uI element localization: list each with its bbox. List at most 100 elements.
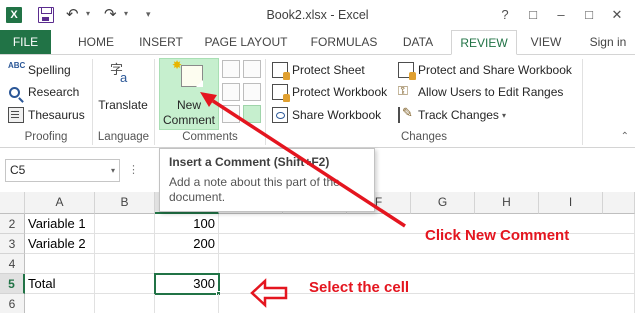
protect-sheet-label: Protect Sheet	[292, 63, 365, 77]
new-comment-label-line2: Comment	[162, 113, 215, 127]
tab-home[interactable]: HOME	[66, 30, 126, 55]
next-comment-icon[interactable]	[222, 105, 240, 123]
maximize-button[interactable]: □	[575, 4, 603, 26]
translate-icon: 字a	[110, 62, 128, 85]
cell-c6[interactable]	[155, 294, 219, 313]
protect-sheet-button[interactable]: Protect Sheet	[272, 60, 365, 80]
column-header[interactable]: G	[411, 192, 475, 214]
track-changes-icon	[398, 105, 414, 123]
cell-a5[interactable]: Total	[25, 274, 95, 294]
column-header-partial[interactable]	[603, 192, 635, 214]
cells-d5-i5[interactable]	[220, 274, 635, 294]
annotation-select-cell: Select the cell	[309, 279, 410, 296]
cell-c2[interactable]: 100	[155, 214, 219, 234]
chevron-down-icon[interactable]: ▾	[111, 160, 115, 181]
track-changes-label: Track Changes	[418, 108, 499, 122]
new-comment-label-line1: New	[176, 98, 201, 112]
delete-comment-icon[interactable]	[222, 60, 240, 78]
allow-users-label: Allow Users to Edit Ranges	[418, 85, 564, 99]
tab-view[interactable]: VIEW	[524, 30, 568, 55]
tab-page-layout[interactable]: PAGE LAYOUT	[200, 30, 292, 55]
language-group-label: Language	[97, 131, 150, 143]
annotation-click-new-comment: Click New Comment	[425, 227, 570, 244]
share-workbook-icon	[272, 107, 288, 123]
track-changes-button[interactable]: Track Changes ▾	[398, 105, 506, 125]
protect-sheet-icon	[272, 62, 290, 80]
sign-in-link[interactable]: Sign in	[582, 30, 634, 55]
cell-b5[interactable]	[95, 274, 155, 294]
share-workbook-button[interactable]: Share Workbook	[272, 105, 381, 125]
protect-share-workbook-icon	[398, 62, 416, 80]
comments-group-label: Comments	[182, 131, 238, 143]
research-label: Research	[28, 85, 80, 99]
select-all-corner[interactable]	[0, 192, 25, 214]
new-comment-tooltip: Insert a Comment (Shift+F2) Add a note a…	[159, 148, 375, 212]
minimize-button[interactable]: –	[547, 4, 575, 26]
tab-review[interactable]: REVIEW	[451, 30, 517, 55]
share-workbook-label: Share Workbook	[292, 108, 382, 122]
cell-c4[interactable]	[155, 254, 219, 274]
cell-a2[interactable]: Variable 1	[25, 214, 95, 234]
allow-users-icon	[398, 83, 414, 100]
row-header[interactable]: 4	[0, 254, 25, 274]
column-header[interactable]: B	[95, 192, 155, 214]
cells-d6-i6[interactable]	[219, 294, 635, 313]
spelling-label: Spelling	[28, 63, 71, 77]
tab-insert[interactable]: INSERT	[133, 30, 189, 55]
group-divider	[582, 59, 583, 145]
cell-a3[interactable]: Variable 2	[25, 234, 95, 254]
allow-users-edit-ranges-button[interactable]: Allow Users to Edit Ranges	[398, 82, 563, 102]
help-button[interactable]: ?	[491, 4, 519, 26]
tab-file[interactable]: FILE	[0, 30, 51, 55]
cell-a6[interactable]	[25, 294, 95, 313]
tooltip-description-line2: document.	[169, 190, 226, 204]
proofing-group-label: Proofing	[24, 131, 68, 143]
protect-share-workbook-button[interactable]: Protect and Share Workbook	[398, 60, 572, 80]
row-header[interactable]: 5	[0, 274, 25, 294]
changes-group-label: Changes	[400, 131, 448, 143]
thesaurus-button[interactable]: Thesaurus	[8, 105, 85, 125]
name-box-value: C5	[10, 163, 26, 177]
show-hide-comment-icon[interactable]	[243, 60, 261, 78]
show-ink-icon[interactable]	[243, 105, 261, 123]
row-header[interactable]: 2	[0, 214, 25, 234]
close-button[interactable]: ✕	[603, 4, 631, 26]
cell-b6[interactable]	[95, 294, 155, 313]
column-header[interactable]: A	[25, 192, 95, 214]
chevron-down-icon: ▾	[501, 110, 506, 120]
cell-b2[interactable]	[95, 214, 155, 234]
ribbon-review: ABC Spelling Research Thesaurus Proofing…	[0, 54, 635, 148]
column-header[interactable]: H	[475, 192, 539, 214]
cell-b4[interactable]	[95, 254, 155, 274]
protect-workbook-button[interactable]: Protect Workbook	[272, 82, 387, 102]
research-button[interactable]: Research	[8, 82, 79, 102]
translate-label: Translate	[98, 98, 148, 112]
translate-button[interactable]: 字a Translate	[96, 58, 150, 130]
cell-c3[interactable]: 200	[155, 234, 219, 254]
window-controls: ? □ – □ ✕	[491, 4, 631, 26]
previous-comment-icon[interactable]	[222, 83, 240, 101]
row-header[interactable]: 6	[0, 294, 25, 313]
thesaurus-label: Thesaurus	[28, 108, 85, 122]
collapse-ribbon-icon[interactable]: ⌃	[621, 131, 629, 142]
ribbon-tabs: FILE HOME INSERT PAGE LAYOUT FORMULAS DA…	[0, 30, 635, 55]
tooltip-description-line1: Add a note about this part of the	[169, 175, 340, 189]
ribbon-display-button[interactable]: □	[519, 4, 547, 26]
new-comment-button[interactable]: ✸ New Comment	[159, 58, 219, 130]
spelling-button[interactable]: ABC Spelling	[8, 60, 71, 80]
cell-a4[interactable]	[25, 254, 95, 274]
tab-data[interactable]: DATA	[394, 30, 442, 55]
show-all-comments-icon[interactable]	[243, 83, 261, 101]
tooltip-description: Add a note about this part of the docume…	[169, 175, 365, 205]
cell-c5-active[interactable]: 300	[154, 273, 220, 295]
column-header[interactable]: I	[539, 192, 603, 214]
row-header[interactable]: 3	[0, 234, 25, 254]
cells-d4-i4[interactable]	[219, 254, 635, 274]
protect-workbook-icon	[272, 84, 290, 102]
new-comment-icon	[181, 65, 203, 87]
spelling-icon: ABC	[8, 61, 26, 70]
cell-b3[interactable]	[95, 234, 155, 254]
protect-share-workbook-label: Protect and Share Workbook	[418, 63, 572, 77]
tab-formulas[interactable]: FORMULAS	[305, 30, 383, 55]
name-box[interactable]: C5 ▾	[5, 159, 120, 182]
